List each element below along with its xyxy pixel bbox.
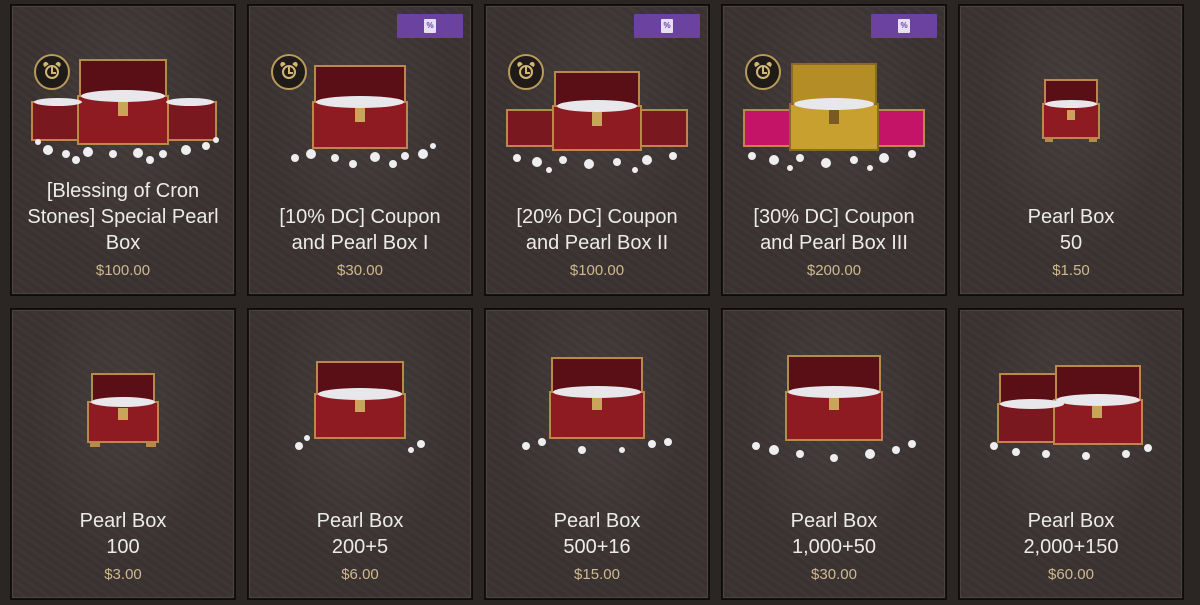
- chest-illustration-single: [291, 65, 436, 168]
- product-card-4[interactable]: % [30% DC] Coupon and Pearl Box III $200: [722, 5, 946, 295]
- chest-illustration-medium: [522, 357, 672, 454]
- chest-image: [723, 354, 945, 464]
- chest-illustration-small: [87, 373, 159, 447]
- chest-image: [486, 66, 708, 176]
- product-price: $30.00: [811, 566, 857, 583]
- chest-image: [486, 356, 708, 456]
- product-title: Pearl Box 50: [1027, 206, 1115, 254]
- product-card-1[interactable]: [Blessing of Cron Stones] Special Pearl …: [11, 5, 235, 295]
- chest-illustration-triple: [506, 71, 688, 173]
- product-price: $15.00: [574, 566, 620, 583]
- product-price: $6.00: [341, 566, 379, 583]
- discount-icon: %: [898, 19, 910, 33]
- product-card-2[interactable]: % [10% DC] Coupon and Pearl Box I $30.00: [248, 5, 472, 295]
- discount-icon: %: [424, 19, 436, 33]
- chest-image: [960, 360, 1182, 460]
- product-grid: [Blessing of Cron Stones] Special Pearl …: [0, 0, 1200, 605]
- chest-illustration-large: [752, 355, 916, 462]
- product-price: $3.00: [104, 566, 142, 583]
- product-price: $30.00: [337, 262, 383, 279]
- chest-image: [249, 360, 471, 456]
- product-price: $60.00: [1048, 566, 1094, 583]
- chest-illustration-double: [990, 365, 1152, 460]
- product-card-9[interactable]: Pearl Box 1,000+50 $30.00: [722, 309, 946, 599]
- product-card-7[interactable]: Pearl Box 200+5 $6.00: [248, 309, 472, 599]
- discount-badge: %: [634, 14, 700, 38]
- chest-image: [12, 50, 234, 170]
- chest-image: [723, 60, 945, 176]
- product-title: Pearl Box 2,000+150: [1023, 510, 1119, 558]
- product-title: Pearl Box 200+5: [316, 510, 404, 558]
- discount-badge: %: [871, 14, 937, 38]
- discount-icon: %: [661, 19, 673, 33]
- product-card-5[interactable]: Pearl Box 50 $1.50: [959, 5, 1183, 295]
- chest-illustration-triple-gold: [743, 63, 925, 171]
- discount-badge: %: [397, 14, 463, 38]
- chest-illustration-triple: [31, 59, 219, 164]
- product-title: [20% DC] Coupon and Pearl Box II: [516, 206, 678, 254]
- chest-image: [249, 62, 471, 172]
- product-card-3[interactable]: % [20% DC] Coupon and Pearl Box II $100.: [485, 5, 709, 295]
- chest-illustration-tiny: [1042, 79, 1100, 142]
- product-title: [10% DC] Coupon and Pearl Box I: [279, 206, 441, 254]
- chest-image: [12, 372, 234, 456]
- product-price: $200.00: [806, 262, 862, 279]
- product-price: $1.50: [1052, 262, 1090, 279]
- product-price: $100.00: [569, 262, 625, 279]
- product-card-8[interactable]: Pearl Box 500+16 $15.00: [485, 309, 709, 599]
- chest-image: [960, 78, 1182, 154]
- product-card-10[interactable]: Pearl Box 2,000+150 $60.00: [959, 309, 1183, 599]
- product-title: Pearl Box 500+16: [553, 510, 641, 558]
- product-card-6[interactable]: Pearl Box 100 $3.00: [11, 309, 235, 599]
- product-title: Pearl Box 1,000+50: [790, 510, 878, 558]
- chest-illustration-medium: [295, 361, 425, 453]
- product-title: [Blessing of Cron Stones] Special Pearl …: [27, 180, 219, 254]
- product-title: [30% DC] Coupon and Pearl Box III: [753, 206, 915, 254]
- product-title: Pearl Box 100: [79, 510, 167, 558]
- product-price: $100.00: [95, 262, 151, 279]
